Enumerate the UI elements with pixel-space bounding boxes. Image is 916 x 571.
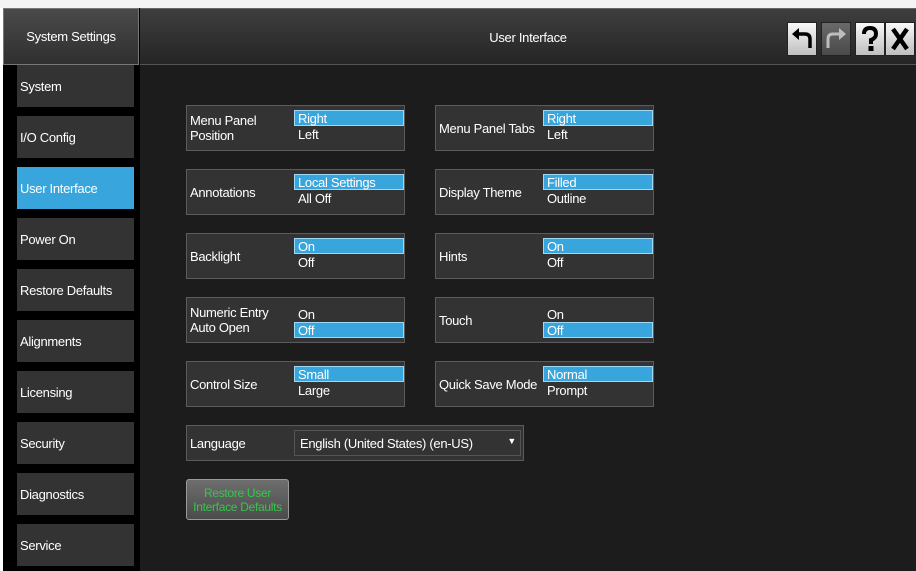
sidebar: System I/O Config User Interface Power O… (3, 65, 139, 571)
sidebar-item-label: System (20, 78, 62, 94)
option-off[interactable]: Off (543, 254, 653, 270)
help-button[interactable] (855, 22, 885, 56)
setting-label: Annotations (190, 184, 256, 200)
sidebar-item-security[interactable]: Security (17, 422, 134, 464)
top-strip (0, 0, 916, 8)
sidebar-item-label: I/O Config (20, 129, 76, 145)
setting-label: Touch (439, 312, 473, 328)
option-prompt[interactable]: Prompt (543, 382, 653, 398)
option-large[interactable]: Large (294, 382, 404, 398)
setting-label: Backlight (190, 248, 241, 264)
sidebar-header: System Settings (3, 8, 139, 65)
option-left[interactable]: Left (294, 126, 404, 142)
sidebar-item-label: Restore Defaults (20, 282, 113, 298)
quick-save-mode-setting: Quick Save Mode Normal Prompt (435, 361, 654, 407)
close-icon (891, 27, 909, 51)
option-on[interactable]: On (543, 306, 653, 322)
sidebar-item-restore-defaults[interactable]: Restore Defaults (17, 269, 134, 311)
restore-button-line2: Interface Defaults (193, 499, 282, 514)
option-off[interactable]: Off (294, 322, 404, 338)
sidebar-item-io-config[interactable]: I/O Config (17, 116, 134, 158)
numeric-entry-auto-open-setting: Numeric Entry Auto Open On Off (186, 297, 405, 343)
backlight-setting: Backlight On Off (186, 233, 405, 279)
option-off[interactable]: Off (294, 254, 404, 270)
control-size-setting: Control Size Small Large (186, 361, 405, 407)
option-on[interactable]: On (294, 238, 404, 254)
restore-button-line1: Restore User (203, 485, 272, 500)
setting-label: Display Theme (439, 184, 522, 200)
sidebar-item-label: Power On (20, 231, 76, 247)
undo-icon (792, 28, 812, 48)
option-on[interactable]: On (294, 306, 404, 322)
dropdown-arrow-icon: ▼ (507, 436, 516, 446)
redo-button[interactable] (821, 22, 851, 56)
option-local-settings[interactable]: Local Settings (294, 174, 404, 190)
option-outline[interactable]: Outline (543, 190, 653, 206)
close-button[interactable] (885, 22, 915, 56)
option-filled[interactable]: Filled (543, 174, 653, 190)
setting-label: Numeric Entry Auto Open (190, 298, 294, 342)
option-all-off[interactable]: All Off (294, 190, 404, 206)
option-right[interactable]: Right (543, 110, 653, 126)
sidebar-item-label: Service (20, 537, 62, 553)
undo-button[interactable] (787, 22, 817, 56)
sidebar-item-alignments[interactable]: Alignments (17, 320, 134, 362)
setting-label: Menu Panel Tabs (439, 120, 535, 136)
language-setting: Language English (United States) (en-US)… (186, 425, 524, 461)
sidebar-item-user-interface[interactable]: User Interface (17, 167, 134, 209)
redo-icon (826, 28, 846, 48)
settings-panel: Menu Panel Position Right Left Menu Pane… (140, 65, 916, 571)
restore-ui-defaults-button[interactable]: Restore User Interface Defaults (186, 479, 289, 520)
sidebar-item-service[interactable]: Service (17, 524, 134, 566)
option-right[interactable]: Right (294, 110, 404, 126)
sidebar-item-label: Licensing (20, 384, 73, 400)
sidebar-item-system[interactable]: System (17, 65, 134, 107)
title-bar: User Interface (140, 8, 916, 65)
option-off[interactable]: Off (543, 322, 653, 338)
setting-label: Quick Save Mode (439, 376, 538, 392)
option-small[interactable]: Small (294, 366, 404, 382)
sidebar-item-power-on[interactable]: Power On (17, 218, 134, 260)
menu-panel-position-setting: Menu Panel Position Right Left (186, 105, 405, 151)
help-icon (862, 26, 879, 51)
sidebar-item-label: Security (20, 435, 65, 451)
display-theme-setting: Display Theme Filled Outline (435, 169, 654, 215)
sidebar-title: System Settings (26, 29, 116, 44)
sidebar-item-label: User Interface (20, 180, 98, 196)
setting-label-line1: Numeric Entry (190, 305, 269, 320)
language-value: English (United States) (en-US) (300, 435, 473, 451)
setting-label-line2: Auto Open (190, 320, 250, 335)
annotations-setting: Annotations Local Settings All Off (186, 169, 405, 215)
setting-label: Language (190, 435, 246, 451)
setting-label: Hints (439, 248, 468, 264)
sidebar-item-label: Alignments (20, 333, 82, 349)
setting-label: Menu Panel Position (190, 113, 257, 143)
option-normal[interactable]: Normal (543, 366, 653, 382)
option-left[interactable]: Left (543, 126, 653, 142)
language-dropdown[interactable]: English (United States) (en-US) ▼ (294, 430, 521, 456)
sidebar-item-diagnostics[interactable]: Diagnostics (17, 473, 134, 515)
touch-setting: Touch On Off (435, 297, 654, 343)
option-on[interactable]: On (543, 238, 653, 254)
sidebar-item-licensing[interactable]: Licensing (17, 371, 134, 413)
sidebar-item-label: Diagnostics (20, 486, 84, 502)
hints-setting: Hints On Off (435, 233, 654, 279)
menu-panel-tabs-setting: Menu Panel Tabs Right Left (435, 105, 654, 151)
setting-label: Control Size (190, 376, 258, 392)
